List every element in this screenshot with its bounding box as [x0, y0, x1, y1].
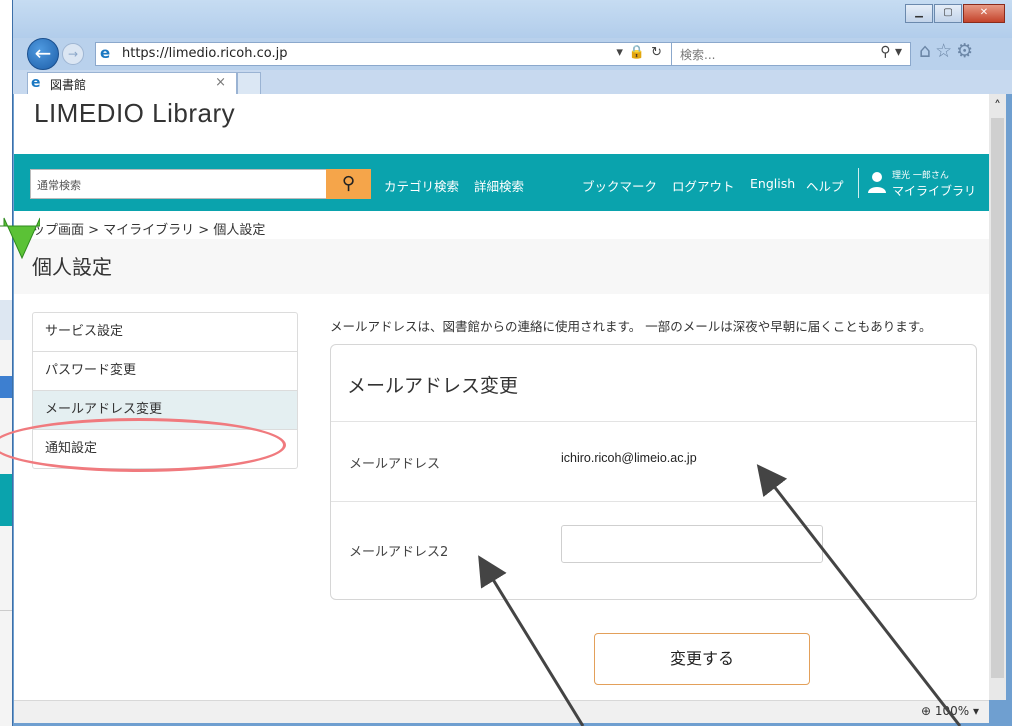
annotation-arrows — [478, 464, 962, 726]
arrow-to-email2 — [478, 555, 585, 726]
arrow-to-email — [756, 464, 962, 726]
